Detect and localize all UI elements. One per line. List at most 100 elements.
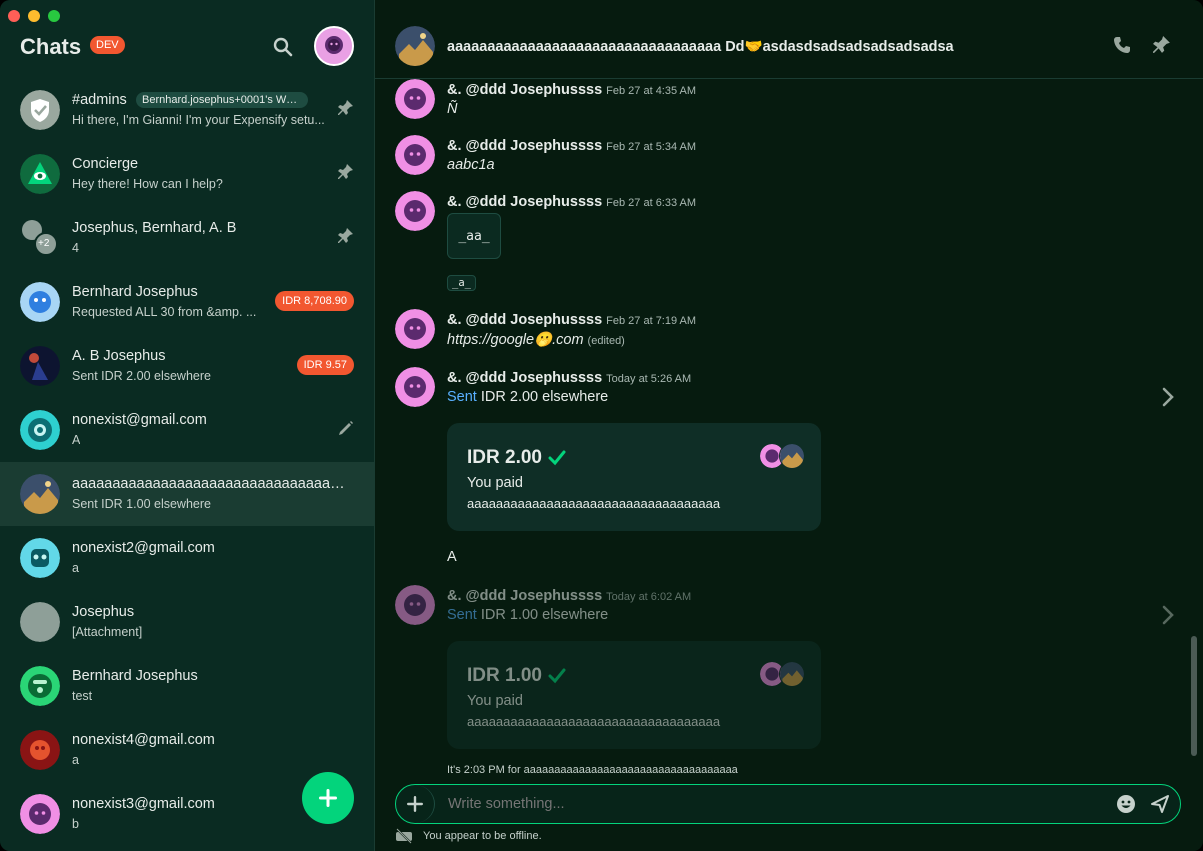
message-text: IDR 1.00 elsewhere	[480, 607, 609, 623]
inline-code: _a_	[447, 275, 476, 291]
search-button[interactable]	[272, 36, 294, 58]
chat-avatar	[20, 346, 60, 386]
emoji-button[interactable]	[1116, 794, 1136, 814]
chat-avatar	[20, 602, 60, 642]
chat-header-avatar[interactable]	[395, 26, 435, 66]
search-icon	[273, 37, 293, 57]
message-feed: &. @ddd Josephussss Feb 27 at 4:35 AM Ñ &…	[375, 79, 1187, 779]
pink-avatar-icon	[395, 585, 435, 625]
message-author[interactable]: &. @ddd Josephussss	[447, 370, 602, 386]
robot-avatar-icon	[20, 538, 60, 578]
send-button[interactable]	[1150, 794, 1170, 814]
message-avatar[interactable]	[395, 367, 435, 407]
chat-row-josephus[interactable]: Josephus [Attachment]	[0, 590, 374, 654]
minimize-window-button[interactable]	[28, 10, 40, 22]
participants-avatars	[759, 443, 805, 469]
pin-chat-button[interactable]	[1153, 36, 1171, 54]
chat-row-active[interactable]: aaaaaaaaaaaaaaaaaaaaaaaaaaaaaaaaaaa... S…	[0, 462, 374, 526]
message-input[interactable]	[448, 796, 1048, 812]
payment-card[interactable]: IDR 1.00 You paid aaaaaaaaaaaaaaaaaaaaaa…	[447, 641, 821, 749]
chat-row-ab-josephus[interactable]: A. B Josephus Sent IDR 2.00 elsewhere ID…	[0, 334, 374, 398]
chat-preview: Requested ALL 30 from &amp. ...	[72, 305, 257, 319]
chat-preview: a	[72, 753, 79, 767]
message-text: IDR 2.00 elsewhere	[480, 389, 609, 405]
message-avatar[interactable]	[395, 585, 435, 625]
sent-link[interactable]: Sent	[447, 607, 477, 623]
chat-row-group[interactable]: +2 Josephus, Bernhard, A. B 4	[0, 206, 374, 270]
close-window-button[interactable]	[8, 10, 20, 22]
photo-avatar-icon	[20, 346, 60, 386]
pin-icon	[338, 164, 353, 179]
open-details-button[interactable]	[1161, 387, 1175, 407]
chat-avatar	[20, 730, 60, 770]
open-details-button[interactable]	[1161, 605, 1175, 625]
pin-indicator	[338, 228, 354, 244]
chat-header-title[interactable]: aaaaaaaaaaaaaaaaaaaaaaaaaaaaaaaaaa Dd🤝as…	[447, 38, 954, 55]
payment-amount-row: IDR 1.00	[467, 665, 566, 687]
message-body: Sent IDR 2.00 elsewhere	[447, 389, 608, 405]
payment-recipient: aaaaaaaaaaaaaaaaaaaaaaaaaaaaaaaaaaa	[467, 714, 721, 729]
window-controls	[8, 10, 60, 22]
message-header: &. @ddd Josephussss Feb 27 at 4:35 AM	[447, 81, 696, 99]
message-avatar[interactable]	[395, 79, 435, 119]
chat-row-bernhard-josephus[interactable]: Bernhard Josephus Requested ALL 30 from …	[0, 270, 374, 334]
chat-row-nonexist2[interactable]: nonexist2@gmail.com a	[0, 526, 374, 590]
sidebar-title: Chats	[20, 34, 82, 59]
chat-row-concierge[interactable]: Concierge Hey there! How can I help?	[0, 142, 374, 206]
message-avatar[interactable]	[395, 191, 435, 231]
message-header: &. @ddd Josephussss Feb 27 at 5:34 AM	[447, 137, 696, 155]
new-chat-button[interactable]	[302, 772, 354, 824]
chat-row-nonexist[interactable]: nonexist@gmail.com A	[0, 398, 374, 462]
chat-name: A. B Josephus	[72, 348, 166, 364]
pink-avatar-icon	[20, 794, 60, 834]
attach-button[interactable]	[396, 785, 435, 823]
sidebar: Chats DEV #admins Bernhard.josephus+0001…	[0, 0, 375, 851]
message-author[interactable]: &. @ddd Josephussss	[447, 588, 602, 604]
amount-badge-wrap: IDR 8,708.90	[275, 291, 354, 311]
chat-name: Bernhard Josephus	[72, 284, 198, 300]
call-button[interactable]	[1113, 36, 1131, 54]
payment-card[interactable]: IDR 2.00 You paid aaaaaaaaaaaaaaaaaaaaaa…	[447, 423, 821, 531]
sent-link[interactable]: Sent	[447, 389, 477, 405]
message-scrollbar[interactable]	[1191, 636, 1197, 756]
workspace-chip: Bernhard.josephus+0001's Work...	[136, 92, 308, 108]
chat-name: #admins	[72, 92, 127, 108]
message-author[interactable]: &. @ddd Josephussss	[447, 82, 602, 98]
chat-name: nonexist3@gmail.com	[72, 796, 215, 812]
message-item: &. @ddd Josephussss Feb 27 at 5:34 AM aab…	[395, 135, 1175, 185]
message-author[interactable]: &. @ddd Josephussss	[447, 194, 602, 210]
message-author[interactable]: &. @ddd Josephussss	[447, 312, 602, 328]
message-item: &. @ddd Josephussss Feb 27 at 6:33 AM _aa…	[395, 191, 1175, 303]
local-time-note: It's 2:03 PM for aaaaaaaaaaaaaaaaaaaaaaa…	[447, 764, 738, 776]
pin-icon	[338, 228, 353, 243]
message-header: &. @ddd Josephussss Today at 5:26 AM	[447, 369, 691, 387]
phone-icon	[1114, 37, 1130, 53]
message-body: Sent IDR 1.00 elsewhere	[447, 607, 608, 623]
emoji-icon	[1117, 795, 1135, 813]
chat-name: Concierge	[72, 156, 139, 172]
chat-row-nonexist4[interactable]: nonexist4@gmail.com a	[0, 718, 374, 782]
my-avatar[interactable]	[314, 26, 354, 66]
message-header: &. @ddd Josephussss Feb 27 at 6:33 AM	[447, 193, 696, 211]
message-time: Today at 5:26 AM	[606, 373, 692, 385]
chat-preview: b	[72, 817, 79, 831]
chat-avatar	[20, 410, 60, 450]
pin-icon	[338, 100, 353, 115]
pin-icon	[1153, 36, 1170, 53]
chat-row-admins[interactable]: #admins Bernhard.josephus+0001's Work...…	[0, 78, 374, 142]
message-avatar[interactable]	[395, 135, 435, 175]
message-header: &. @ddd Josephussss Today at 6:02 AM	[447, 587, 691, 605]
message-header: &. @ddd Josephussss Feb 27 at 7:19 AM	[447, 311, 696, 329]
pink-avatar-icon	[395, 191, 435, 231]
landscape-avatar-icon	[780, 444, 804, 468]
chat-name: nonexist@gmail.com	[72, 412, 207, 428]
chat-preview: 4	[72, 241, 79, 255]
message-author[interactable]: &. @ddd Josephussss	[447, 138, 602, 154]
maximize-window-button[interactable]	[48, 10, 60, 22]
participant-avatar	[779, 661, 805, 687]
plus-icon	[407, 796, 423, 812]
message-avatar[interactable]	[395, 309, 435, 349]
message-link[interactable]: https://google🫢.com	[447, 332, 584, 348]
chat-row-bernhard-test[interactable]: Bernhard Josephus test	[0, 654, 374, 718]
amount-badge-wrap: IDR 9.57	[296, 355, 354, 375]
